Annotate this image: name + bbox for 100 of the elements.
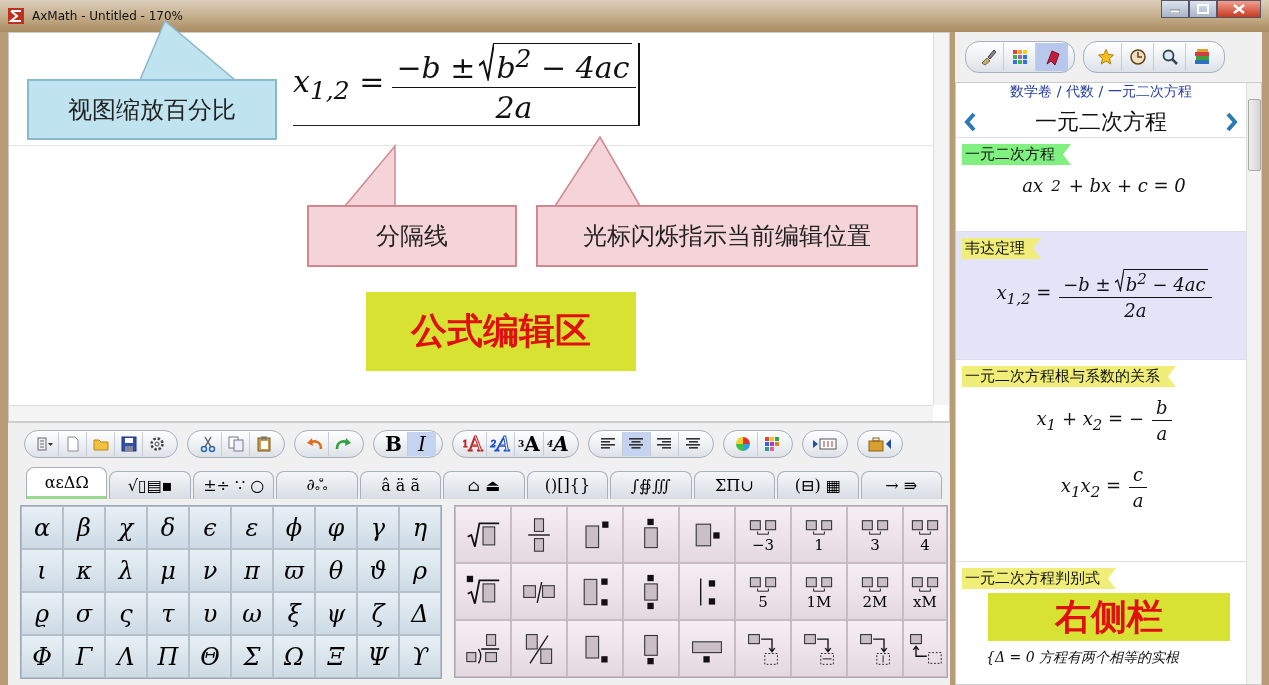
- symbol-button[interactable]: ι: [21, 549, 63, 592]
- palette-tab[interactable]: √▯▤▪: [109, 471, 191, 499]
- symbol-button[interactable]: ϵ: [189, 506, 231, 549]
- toolbar-button[interactable]: $^{3}$A: [515, 432, 544, 456]
- symbol-button[interactable]: ξ: [273, 592, 315, 635]
- toolbar-button[interactable]: $^{4}$A: [543, 432, 572, 456]
- template-button[interactable]: −3: [735, 506, 791, 563]
- symbol-button[interactable]: ε: [231, 506, 273, 549]
- symbol-button[interactable]: θ: [315, 549, 357, 592]
- template-button[interactable]: [455, 506, 511, 563]
- template-button[interactable]: xM: [903, 563, 947, 620]
- symbol-button[interactable]: ς: [105, 592, 147, 635]
- symbol-button[interactable]: ϒ: [399, 635, 441, 678]
- palette-tab[interactable]: ()[]{}: [526, 471, 609, 499]
- symbol-button[interactable]: β: [63, 506, 105, 549]
- symbol-button[interactable]: Σ: [231, 635, 273, 678]
- symbol-button[interactable]: Ξ: [315, 635, 357, 678]
- palette-tab[interactable]: ⌂ ⏏: [443, 471, 525, 499]
- toolbar-button[interactable]: I: [408, 432, 436, 456]
- ribbon-icon: [1043, 48, 1061, 66]
- previous-button[interactable]: [962, 111, 978, 133]
- symbol-button[interactable]: υ: [189, 592, 231, 635]
- symbol-button[interactable]: Π: [147, 635, 189, 678]
- symbol-button[interactable]: π: [231, 549, 273, 592]
- symbol-button[interactable]: Ψ: [357, 635, 399, 678]
- template-button[interactable]: [679, 620, 735, 677]
- template-button[interactable]: [903, 620, 947, 677]
- symbol-button[interactable]: Ω: [273, 635, 315, 678]
- palette-tab[interactable]: αεΔΩ: [26, 467, 108, 499]
- symbol-button[interactable]: Λ: [105, 635, 147, 678]
- close-button[interactable]: [1217, 0, 1261, 18]
- palette-tab[interactable]: â ä ã: [359, 471, 442, 499]
- palette-tab[interactable]: ∂ஃ: [276, 471, 358, 499]
- symbol-button[interactable]: κ: [63, 549, 105, 592]
- symbol-button[interactable]: ζ: [357, 592, 399, 635]
- symbol-button[interactable]: ϑ: [357, 549, 399, 592]
- symbol-button[interactable]: α: [21, 506, 63, 549]
- sidebar-tab[interactable]: [1036, 43, 1068, 71]
- align-button[interactable]: [622, 432, 651, 456]
- template-button[interactable]: [791, 620, 847, 677]
- template-button[interactable]: [567, 620, 623, 677]
- scroll-thumb[interactable]: [1247, 99, 1261, 171]
- toolbar-button[interactable]: $^{2}$A: [487, 432, 515, 456]
- template-button[interactable]: [511, 506, 567, 563]
- symbol-button[interactable]: Φ: [21, 635, 63, 678]
- vertical-scrollbar[interactable]: [1246, 83, 1261, 684]
- template-button[interactable]: [567, 506, 623, 563]
- palette-tab[interactable]: (⊟) ▦: [777, 471, 859, 499]
- formula-card[interactable]: 韦达定理 x$_{1,2}$ = −b ± b$^{2}$ − 4ac 2a: [956, 232, 1246, 360]
- template-button[interactable]: [679, 506, 735, 563]
- symbol-button[interactable]: φ: [315, 506, 357, 549]
- next-button[interactable]: [1224, 111, 1240, 133]
- template-button[interactable]: [679, 563, 735, 620]
- palette-tab[interactable]: → ⇛: [860, 471, 942, 499]
- symbol-button[interactable]: ϱ: [21, 592, 63, 635]
- template-button[interactable]: [623, 506, 679, 563]
- symbol-button[interactable]: Γ: [63, 635, 105, 678]
- horizontal-scrollbar[interactable]: [9, 405, 933, 421]
- template-button[interactable]: [623, 563, 679, 620]
- template-button[interactable]: [847, 620, 903, 677]
- symbol-button[interactable]: ρ: [399, 549, 441, 592]
- template-button[interactable]: [735, 620, 791, 677]
- symbol-button[interactable]: ϕ: [273, 506, 315, 549]
- symbol-button[interactable]: ψ: [315, 592, 357, 635]
- symbol-button[interactable]: Θ: [189, 635, 231, 678]
- formula: x$_{1,2}$ = −b ± b$^{2}$ − 4ac 2a: [293, 43, 636, 125]
- vertical-scrollbar[interactable]: [933, 33, 949, 405]
- symbol-button[interactable]: τ: [147, 592, 189, 635]
- template-button[interactable]: [455, 563, 511, 620]
- symbol-button[interactable]: γ: [357, 506, 399, 549]
- symbol-button[interactable]: χ: [105, 506, 147, 549]
- template-button[interactable]: 2M: [847, 563, 903, 620]
- template-button[interactable]: [511, 620, 567, 677]
- symbol-button[interactable]: μ: [147, 549, 189, 592]
- palette-tab[interactable]: ∫∯∭: [610, 471, 692, 499]
- breadcrumb[interactable]: 数学卷 / 代数 / 一元二次方程: [1010, 83, 1192, 101]
- symbol-button[interactable]: Δ: [399, 592, 441, 635]
- template-button[interactable]: 5: [735, 563, 791, 620]
- template-button[interactable]: [455, 620, 511, 677]
- toolbar-button[interactable]: $^{1}$A: [459, 432, 487, 456]
- minimize-button[interactable]: [1161, 0, 1189, 18]
- symbol-button[interactable]: λ: [105, 549, 147, 592]
- symbol-button[interactable]: δ: [147, 506, 189, 549]
- template-button[interactable]: 1: [791, 506, 847, 563]
- template-button[interactable]: 1M: [791, 563, 847, 620]
- template-button[interactable]: [623, 620, 679, 677]
- symbol-button[interactable]: η: [399, 506, 441, 549]
- symbol-button[interactable]: ϖ: [273, 549, 315, 592]
- template-button[interactable]: 3: [847, 506, 903, 563]
- symbol-button[interactable]: ν: [189, 549, 231, 592]
- save-icon: [119, 435, 138, 453]
- palette-tab[interactable]: ΣΠ∪: [693, 471, 776, 499]
- palette-tab[interactable]: ±÷ ∵ ○: [192, 471, 275, 499]
- template-button[interactable]: [567, 563, 623, 620]
- symbol-button[interactable]: ω: [231, 592, 273, 635]
- template-button[interactable]: 4: [903, 506, 947, 563]
- maximize-button[interactable]: [1189, 0, 1217, 18]
- template-button[interactable]: [511, 563, 567, 620]
- search-icon: [1160, 48, 1179, 66]
- symbol-button[interactable]: σ: [63, 592, 105, 635]
